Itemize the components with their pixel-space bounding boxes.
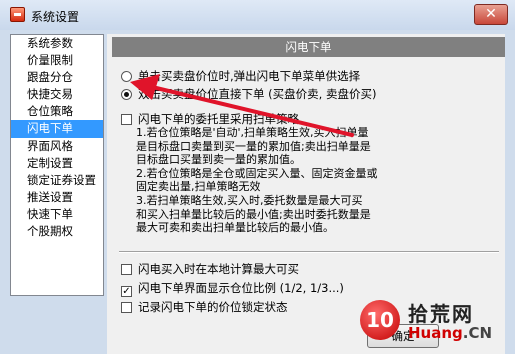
radio-label: 单击买卖盘价位时,弹出闪电下单菜单供选择 <box>138 69 361 83</box>
sidebar-item-price-limits[interactable]: 价量限制 <box>11 52 103 69</box>
sidebar-item-quick-trade[interactable]: 快捷交易 <box>11 86 103 103</box>
sidebar-item-flash-order[interactable]: 闪电下单 <box>11 120 103 138</box>
sidebar-item-follow-split[interactable]: 跟盘分仓 <box>11 69 103 86</box>
panel-title: 闪电下单 <box>112 37 505 57</box>
watermark-url-rest: .CN <box>462 324 493 342</box>
desc-line: 和买入扫单量比较后的最小值;卖出时委托数量是 <box>136 207 371 221</box>
radio-label: 双击买卖盘价位直接下单 (买盘价卖, 卖盘价买) <box>138 87 377 101</box>
checkbox-label: 闪电下单界面显示仓位比例 (1/2, 1/3...) <box>138 281 344 295</box>
checkbox-record-lock-state[interactable]: 记录闪电下单的价位锁定状态 <box>121 299 288 315</box>
sidebar-item-position-strategy[interactable]: 仓位策略 <box>11 103 103 120</box>
checkbox[interactable] <box>121 114 132 125</box>
sidebar-item-fast-order[interactable]: 快速下单 <box>11 206 103 223</box>
radio-button[interactable] <box>121 71 132 82</box>
sweep-strategy-description: 1.若仓位策略是'自动',扫单策略生效,买入扫单量 是目标盘口卖量到买一量的累加… <box>136 126 482 235</box>
sidebar-item-stock-options[interactable]: 个股期权 <box>11 223 103 240</box>
checkbox-sweep-strategy[interactable]: 闪电下单的委托里采用扫单策略 <box>121 111 299 127</box>
desc-line: 目标盘口买量到卖一量的累加值。 <box>136 153 301 167</box>
sidebar-item-system-params[interactable]: 系统参数 <box>11 35 103 52</box>
app-icon <box>10 7 25 22</box>
settings-category-list[interactable]: 系统参数 价量限制 跟盘分仓 快捷交易 仓位策略 闪电下单 界面风格 定制设置 … <box>10 34 104 296</box>
checkbox-local-max-buy[interactable]: 闪电买入时在本地计算最大可买 <box>121 261 299 277</box>
watermark-url-red: Huang <box>408 324 463 342</box>
radio-button-selected[interactable] <box>121 89 132 100</box>
sidebar-item-locked-securities[interactable]: 锁定证券设置 <box>11 172 103 189</box>
desc-line: 2.若仓位策略是全仓或固定买入量、固定资金量或 <box>136 166 378 180</box>
checkbox-label: 闪电下单的委托里采用扫单策略 <box>138 112 299 126</box>
watermark-url: Huang.CN <box>408 324 492 342</box>
close-button[interactable]: ✕ <box>474 4 508 25</box>
watermark-site-name: 拾荒网 <box>408 302 474 326</box>
checkbox[interactable] <box>121 264 132 275</box>
desc-line: 是目标盘口卖量到买一量的累加值;卖出扫单量是 <box>136 139 371 153</box>
separator <box>119 251 499 253</box>
watermark-logo: 10 <box>360 300 400 340</box>
desc-line: 3.若扫单策略生效,买入时,委托数量是最大可买 <box>136 193 363 207</box>
radio-double-click-order[interactable]: 双击买卖盘价位直接下单 (买盘价卖, 卖盘价买) <box>121 86 376 102</box>
desc-line: 1.若仓位策略是'自动',扫单策略生效,买入扫单量 <box>136 126 369 139</box>
checkbox[interactable] <box>121 302 132 313</box>
site-watermark: 10 拾荒网 Huang.CN <box>360 298 510 348</box>
checkbox-checked[interactable]: ✓ <box>121 286 132 297</box>
desc-line: 最大可卖和卖出扫单量比较后的最小值。 <box>136 221 334 235</box>
radio-single-click-menu[interactable]: 单击买卖盘价位时,弹出闪电下单菜单供选择 <box>121 68 360 84</box>
checkbox-show-position-ratio[interactable]: ✓ 闪电下单界面显示仓位比例 (1/2, 1/3...) <box>121 280 344 297</box>
desc-line: 固定卖出量,扫单策略无效 <box>136 180 261 194</box>
title-bar: 系统设置 ✕ <box>0 0 515 30</box>
sidebar-item-push-settings[interactable]: 推送设置 <box>11 189 103 206</box>
window-title: 系统设置 <box>31 10 80 24</box>
sidebar-item-custom-settings[interactable]: 定制设置 <box>11 155 103 172</box>
checkbox-label: 闪电买入时在本地计算最大可买 <box>138 262 299 276</box>
checkbox-label: 记录闪电下单的价位锁定状态 <box>138 300 288 314</box>
sidebar-item-ui-style[interactable]: 界面风格 <box>11 138 103 155</box>
